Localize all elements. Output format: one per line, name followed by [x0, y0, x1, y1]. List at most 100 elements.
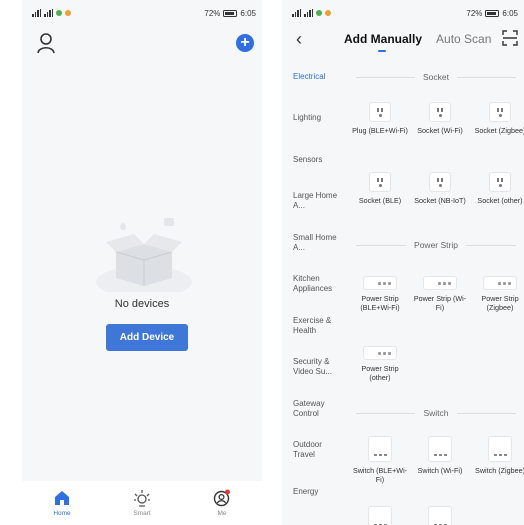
- category-security-video[interactable]: Security & Video Su...: [282, 347, 346, 389]
- battery-percent: 72%: [204, 8, 221, 18]
- device-label: Switch (Wi-Fi): [417, 466, 463, 475]
- power-strip-icon: [363, 346, 397, 360]
- signal-icon: [292, 9, 301, 17]
- device-item[interactable]: [412, 506, 468, 525]
- device-item[interactable]: Switch (BLE+Wi-Fi): [352, 436, 408, 484]
- power-strip-icon: [483, 276, 517, 290]
- status-icons-left: [32, 9, 71, 17]
- clock: 6:05: [502, 8, 518, 18]
- device-label: Plug (BLE+Wi-Fi): [352, 126, 408, 135]
- add-device-nav: ‹ Add Manually Auto Scan: [282, 26, 524, 54]
- battery-percent: 72%: [466, 8, 483, 18]
- add-device-screen: 72% 6:05 ‹ Add Manually Auto Scan Electr…: [282, 0, 524, 525]
- device-label: Power Strip (other): [361, 364, 399, 382]
- device-item[interactable]: Power Strip (other): [352, 346, 408, 382]
- battery-icon: [485, 9, 500, 17]
- device-label: Socket (Zigbee): [474, 126, 524, 135]
- category-small-home-appliances[interactable]: Small Home A...: [282, 222, 346, 264]
- home-icon: [55, 491, 69, 505]
- tab-home[interactable]: Home: [22, 481, 102, 525]
- tab-smart[interactable]: Smart: [102, 481, 182, 525]
- category-electrical[interactable]: Electrical: [282, 56, 346, 98]
- category-lighting[interactable]: Lighting: [282, 98, 346, 140]
- socket-icon: [429, 102, 451, 122]
- power-strip-icon: [423, 276, 457, 290]
- status-icons-right: 72% 6:05: [204, 9, 256, 18]
- power-strip-icon: [363, 276, 397, 290]
- status-icons-left: [292, 9, 331, 17]
- section-title: Power Strip: [414, 240, 458, 250]
- device-item[interactable]: Switch (Wi-Fi): [412, 436, 468, 475]
- section-header-switch: Switch: [348, 406, 524, 420]
- device-item[interactable]: Socket (Zigbee): [472, 102, 524, 135]
- device-item[interactable]: Switch (Zigbee): [472, 436, 524, 475]
- device-item[interactable]: Plug (BLE+Wi-Fi): [352, 102, 408, 135]
- category-large-home-appliances[interactable]: Large Home A...: [282, 181, 346, 223]
- device-item[interactable]: [352, 506, 408, 525]
- category-exercise-health[interactable]: Exercise & Health: [282, 305, 346, 347]
- empty-box-illustration: [96, 218, 192, 292]
- section-header-power-strip: Power Strip: [348, 238, 524, 252]
- device-item[interactable]: Socket (BLE): [352, 172, 408, 205]
- device-item[interactable]: Power Strip (Zigbee): [472, 276, 524, 312]
- status-icons-right: 72% 6:05: [466, 9, 518, 18]
- socket-icon: [489, 172, 511, 192]
- switch-icon: [428, 436, 452, 462]
- socket-icon: [369, 102, 391, 122]
- device-item[interactable]: Socket (Wi-Fi): [412, 102, 468, 135]
- device-label: Socket (NB-IoT): [414, 196, 466, 205]
- status-bar: 72% 6:05: [282, 0, 524, 26]
- section-header-socket: Socket: [348, 70, 524, 84]
- category-kitchen-appliances[interactable]: Kitchen Appliances: [282, 264, 346, 306]
- device-label: Power Strip (BLE+Wi-Fi): [360, 294, 400, 312]
- back-icon[interactable]: ‹: [296, 29, 302, 49]
- tab-me-label: Me: [217, 510, 227, 517]
- add-icon[interactable]: +: [236, 34, 254, 52]
- device-label: Socket (other): [477, 196, 523, 205]
- category-list: Electrical Lighting Sensors Large Home A…: [282, 56, 346, 525]
- tab-auto-scan[interactable]: Auto Scan: [436, 32, 491, 46]
- device-item[interactable]: Socket (other): [472, 172, 524, 205]
- switch-icon: [368, 436, 392, 462]
- socket-icon: [489, 102, 511, 122]
- device-item[interactable]: Socket (NB-IoT): [412, 172, 468, 205]
- signal-icon: [32, 9, 41, 17]
- app-notification-icon: [56, 10, 62, 16]
- device-label: Power Strip (Wi-Fi): [413, 294, 467, 312]
- home-screen: 72% 6:05 + No devices Add Device Home Sm…: [22, 0, 262, 525]
- add-device-button[interactable]: Add Device: [106, 324, 188, 351]
- section-title: Switch: [423, 408, 449, 418]
- app-notification-icon: [316, 10, 322, 16]
- device-item[interactable]: Power Strip (BLE+Wi-Fi): [352, 276, 408, 312]
- clock: 6:05: [240, 8, 256, 18]
- signal-icon: [44, 9, 53, 17]
- device-grid: Socket Plug (BLE+Wi-Fi) Socket (Wi-Fi) S…: [348, 56, 524, 525]
- device-label: Switch (BLE+Wi-Fi): [352, 466, 408, 484]
- category-gateway-control[interactable]: Gateway Control: [282, 388, 346, 430]
- device-label: Socket (BLE): [358, 196, 402, 205]
- category-sensors[interactable]: Sensors: [282, 139, 346, 181]
- bottom-tab-bar: Home Smart Me: [22, 481, 262, 525]
- scan-icon[interactable]: [502, 30, 518, 46]
- user-icon[interactable]: [36, 32, 56, 54]
- category-outdoor-travel[interactable]: Outdoor Travel: [282, 430, 346, 472]
- sun-icon: [134, 490, 150, 507]
- tab-add-manually[interactable]: Add Manually: [344, 32, 422, 52]
- category-energy[interactable]: Energy: [282, 471, 346, 513]
- device-label: Socket (Wi-Fi): [417, 126, 463, 135]
- socket-icon: [429, 172, 451, 192]
- tab-smart-label: Smart: [133, 510, 151, 517]
- empty-state-text: No devices: [114, 298, 170, 310]
- tab-me[interactable]: Me: [182, 481, 262, 525]
- profile-icon: [213, 489, 230, 507]
- signal-icon: [304, 9, 313, 17]
- device-item[interactable]: Power Strip (Wi-Fi): [412, 276, 468, 312]
- status-bar: 72% 6:05: [22, 0, 262, 26]
- tab-home-label: Home: [53, 510, 71, 517]
- switch-icon: [368, 506, 392, 525]
- home-header: +: [22, 26, 262, 62]
- add-mode-tabs: Add Manually Auto Scan: [344, 32, 491, 52]
- device-label: Power Strip (Zigbee): [481, 294, 519, 312]
- switch-icon: [488, 436, 512, 462]
- battery-icon: [223, 9, 238, 17]
